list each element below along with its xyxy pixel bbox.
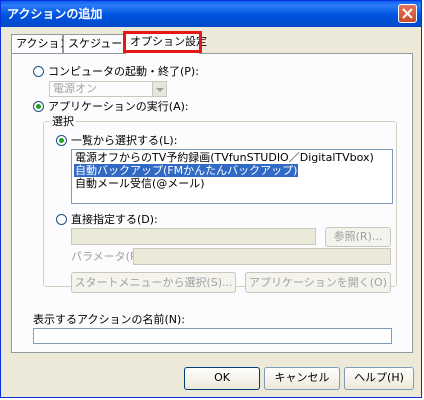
dialog-window: アクションの追加 アクション スケジュール オプション設定 コンピュータの起動・… bbox=[0, 0, 422, 398]
action-listbox[interactable]: 電源オフからのTV予約録画(TVfunSTUDIO／DigitalTVbox) … bbox=[71, 149, 393, 204]
chevron-down-icon bbox=[152, 82, 166, 96]
tab-schedule[interactable]: スケジュール bbox=[63, 34, 133, 53]
direct-radio[interactable] bbox=[56, 214, 67, 225]
direct-path-input[interactable] bbox=[71, 228, 316, 245]
tab-panel: コンピュータの起動・終了(P): 電源オン アプリケーションの実行(A): 選択… bbox=[11, 53, 413, 353]
param-input[interactable] bbox=[133, 248, 391, 265]
action-name-input[interactable] bbox=[33, 328, 392, 344]
power-radio-label: コンピュータの起動・終了(P): bbox=[48, 65, 199, 78]
title-bar[interactable]: アクションの追加 bbox=[1, 1, 421, 27]
selection-group-title: 選択 bbox=[50, 115, 76, 128]
window-title: アクションの追加 bbox=[7, 7, 103, 21]
power-select-value: 電源オン bbox=[53, 82, 97, 95]
tab-action[interactable]: アクション bbox=[11, 34, 70, 53]
browse-button-label: 参照(R)... bbox=[333, 230, 383, 243]
cancel-button-label: キャンセル bbox=[274, 371, 330, 384]
open-app-button[interactable]: アプリケーションを開く(O) bbox=[245, 272, 391, 293]
start-menu-button-label: スタートメニューから選択(S)... bbox=[74, 276, 233, 289]
selection-groupbox: 選択 一覧から選択する(L): 電源オフからのTV予約録画(TVfunSTUDI… bbox=[43, 115, 397, 293]
list-item[interactable]: 自動バックアップ(FMかんたんバックアップ) bbox=[74, 164, 299, 177]
action-name-label: 表示するアクションの名前(N): bbox=[33, 313, 185, 326]
power-select[interactable]: 電源オン bbox=[49, 81, 167, 97]
help-button[interactable]: ヘルプ(H) bbox=[344, 367, 414, 390]
power-radio[interactable] bbox=[33, 66, 44, 77]
direct-label: 直接指定する(D): bbox=[71, 213, 158, 226]
ok-button[interactable]: OK bbox=[184, 367, 260, 390]
cancel-button[interactable]: キャンセル bbox=[264, 367, 340, 390]
close-icon bbox=[402, 8, 413, 19]
app-radio[interactable] bbox=[33, 101, 44, 112]
start-menu-button[interactable]: スタートメニューから選択(S)... bbox=[71, 272, 236, 293]
list-item[interactable]: 自動メール受信(@メール) bbox=[74, 177, 206, 190]
ok-button-label: OK bbox=[214, 371, 230, 384]
help-button-label: ヘルプ(H) bbox=[354, 371, 404, 384]
list-item[interactable]: 電源オフからのTV予約録画(TVfunSTUDIO／DigitalTVbox) bbox=[74, 151, 375, 164]
from-list-label: 一覧から選択する(L): bbox=[71, 134, 178, 147]
from-list-radio[interactable] bbox=[56, 135, 67, 146]
close-button[interactable] bbox=[398, 4, 417, 23]
browse-button[interactable]: 参照(R)... bbox=[325, 227, 391, 247]
open-app-button-label: アプリケーションを開く(O) bbox=[248, 276, 388, 289]
tab-highlight-box bbox=[123, 31, 202, 53]
app-radio-label: アプリケーションの実行(A): bbox=[48, 100, 189, 113]
